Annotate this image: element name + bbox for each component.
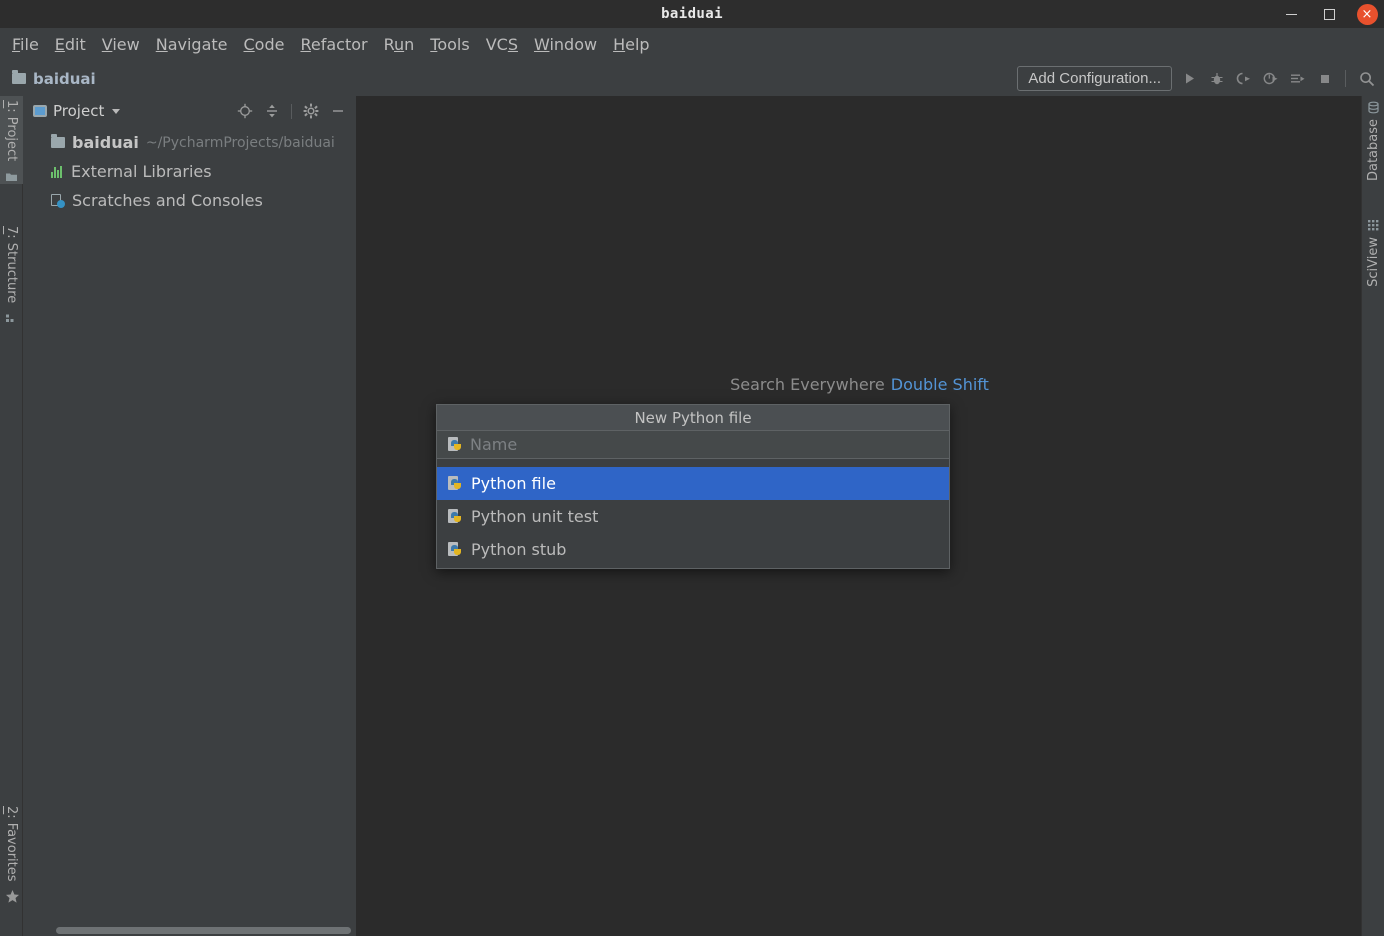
minimize-button[interactable] bbox=[1280, 3, 1302, 25]
menu-item-code[interactable]: Code bbox=[236, 33, 293, 56]
project-folder-icon bbox=[5, 168, 18, 182]
close-icon: × bbox=[1356, 3, 1378, 25]
project-tree: baiduai ~/PycharmProjects/baiduai External… bbox=[23, 126, 356, 215]
menu-item-run[interactable]: Run bbox=[376, 33, 423, 56]
sidebar-item-database-label: Database bbox=[1366, 119, 1381, 182]
sidebar-item-structure[interactable]: 7: Structure bbox=[0, 222, 23, 326]
minimize-icon bbox=[1285, 13, 1297, 15]
star-icon bbox=[5, 889, 19, 903]
tree-node-scratches-and-consoles[interactable]: Scratches and Consoles bbox=[23, 186, 356, 215]
toolbar-separator bbox=[1345, 70, 1346, 87]
left-tool-strip: 1: Project 7: Structure 2: Favorites bbox=[0, 96, 23, 936]
sidebar-item-sciview-label: SciView bbox=[1366, 237, 1381, 287]
menu-item-view[interactable]: View bbox=[94, 33, 148, 56]
python-file-icon bbox=[448, 476, 463, 491]
file-name-input[interactable]: Name bbox=[437, 431, 949, 459]
menu-item-edit[interactable]: Edit bbox=[47, 33, 94, 56]
scratches-icon bbox=[51, 193, 65, 208]
right-tool-strip: Database SciView bbox=[1361, 96, 1384, 936]
file-type-option-label: Python file bbox=[471, 474, 556, 493]
maximize-button[interactable] bbox=[1318, 3, 1340, 25]
panel-action-separator bbox=[291, 103, 292, 119]
close-button[interactable]: × bbox=[1356, 3, 1378, 25]
maximize-icon bbox=[1323, 8, 1335, 20]
run-with-coverage-icon[interactable] bbox=[1234, 69, 1253, 88]
structure-icon bbox=[5, 310, 18, 323]
search-everywhere-shortcut: Double Shift bbox=[890, 375, 989, 394]
profile-icon[interactable] bbox=[1261, 69, 1280, 88]
menu-bar: File Edit View Navigate Code Refactor Run Tools… bbox=[0, 28, 1384, 61]
project-panel-title[interactable]: Project bbox=[53, 102, 104, 120]
menu-item-navigate[interactable]: Navigate bbox=[148, 33, 236, 56]
database-icon bbox=[1367, 99, 1380, 114]
scrollbar-thumb[interactable] bbox=[56, 927, 351, 934]
search-everywhere-label: Search Everywhere bbox=[730, 375, 885, 394]
run-icon[interactable] bbox=[1180, 69, 1199, 88]
project-panel-actions bbox=[237, 103, 350, 119]
file-name-placeholder: Name bbox=[470, 435, 518, 454]
menu-item-tools[interactable]: Tools bbox=[422, 33, 477, 56]
menu-item-refactor[interactable]: Refactor bbox=[292, 33, 375, 56]
sidebar-item-structure-label: 7: Structure bbox=[4, 226, 19, 304]
project-window-icon bbox=[33, 105, 47, 117]
window-title: baiduai bbox=[661, 6, 723, 22]
tree-node-baiduai[interactable]: baiduai ~/PycharmProjects/baiduai bbox=[23, 128, 356, 157]
python-file-icon bbox=[448, 509, 463, 524]
run-to-cursor-icon[interactable] bbox=[1288, 69, 1307, 88]
project-tool-window: Project baiduai ~/PycharmProjects/baidua… bbox=[23, 96, 357, 936]
sciview-grid-icon bbox=[1367, 217, 1380, 231]
tree-node-label: Scratches and Consoles bbox=[72, 191, 263, 210]
stop-icon[interactable] bbox=[1315, 69, 1334, 88]
window-controls: × bbox=[1280, 0, 1378, 28]
file-type-option-label: Python unit test bbox=[471, 507, 599, 526]
new-python-file-popup: New Python file Name Python file Python u… bbox=[436, 404, 950, 569]
tree-node-external-libraries[interactable]: External Libraries bbox=[23, 157, 356, 186]
pycharm-window: baiduai × File Edit View Navigate Code Refact… bbox=[0, 0, 1384, 936]
python-file-icon bbox=[448, 437, 463, 452]
search-icon[interactable] bbox=[1357, 69, 1376, 88]
hide-panel-icon[interactable] bbox=[330, 103, 346, 119]
sidebar-item-project-label: 1: Project bbox=[4, 100, 19, 162]
popup-divider bbox=[437, 459, 949, 467]
menu-item-file[interactable]: File bbox=[4, 33, 47, 56]
title-bar: baiduai × bbox=[0, 0, 1384, 28]
file-type-option-label: Python stub bbox=[471, 540, 567, 559]
tree-node-path: ~/PycharmProjects/baiduai bbox=[145, 134, 335, 151]
library-icon bbox=[51, 165, 64, 178]
search-everywhere-hint: Search Everywhere Double Shift bbox=[358, 375, 1361, 394]
file-type-option-python-file[interactable]: Python file bbox=[437, 467, 949, 500]
settings-gear-icon[interactable] bbox=[303, 103, 319, 119]
sidebar-item-favorites-label: 2: Favorites bbox=[4, 806, 19, 882]
file-type-list: Python file Python unit test Python stub bbox=[437, 467, 949, 566]
chevron-down-icon[interactable] bbox=[112, 108, 121, 114]
debug-icon[interactable] bbox=[1207, 69, 1226, 88]
sidebar-item-favorites[interactable]: 2: Favorites bbox=[0, 802, 23, 905]
file-type-option-python-unit-test[interactable]: Python unit test bbox=[437, 500, 949, 533]
project-panel-hscrollbar[interactable] bbox=[46, 924, 380, 936]
menu-item-window[interactable]: Window bbox=[526, 33, 605, 56]
sidebar-item-project[interactable]: 1: Project bbox=[0, 96, 23, 185]
popup-title: New Python file bbox=[437, 405, 949, 431]
add-configuration-button[interactable]: Add Configuration... bbox=[1017, 66, 1172, 91]
tree-node-label: External Libraries bbox=[71, 162, 212, 181]
menu-item-vcs[interactable]: VCS bbox=[478, 33, 526, 56]
collapse-all-icon[interactable] bbox=[264, 103, 280, 119]
menu-item-help[interactable]: Help bbox=[605, 33, 657, 56]
file-type-option-python-stub[interactable]: Python stub bbox=[437, 533, 949, 566]
project-panel-header: Project bbox=[23, 96, 356, 126]
sidebar-item-database[interactable]: Database bbox=[1362, 96, 1384, 185]
run-toolbar: Add Configuration... bbox=[1017, 61, 1380, 96]
navigation-bar: baiduai Add Configuration... bbox=[0, 61, 1384, 96]
folder-icon bbox=[51, 134, 65, 148]
python-file-icon bbox=[448, 542, 463, 557]
breadcrumb[interactable]: baiduai bbox=[8, 68, 100, 90]
breadcrumb-label: baiduai bbox=[33, 69, 96, 88]
select-opened-file-icon[interactable] bbox=[237, 103, 253, 119]
tree-node-label: baiduai bbox=[72, 133, 139, 152]
sidebar-item-sciview[interactable]: SciView bbox=[1362, 214, 1384, 291]
folder-icon bbox=[12, 70, 26, 84]
